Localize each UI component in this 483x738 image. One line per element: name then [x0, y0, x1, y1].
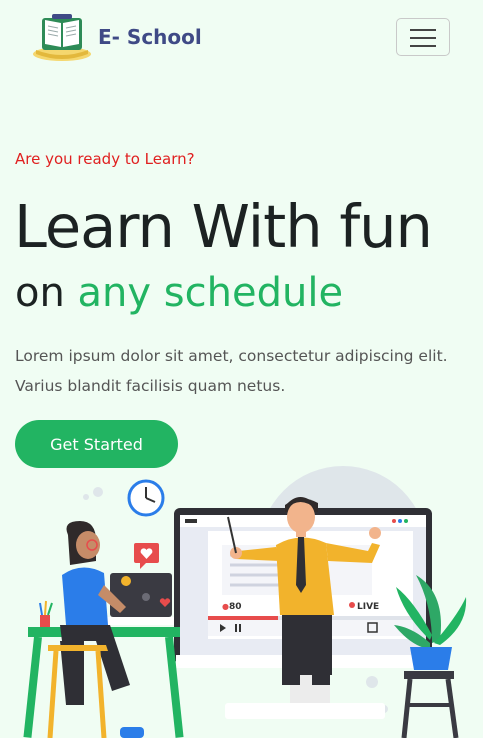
svg-text:●: ● [222, 602, 229, 611]
hero-illustration: ● 80 LIVE [23, 466, 467, 738]
hero-subtitle-prefix: on [15, 270, 65, 316]
get-started-button[interactable]: Get Started [15, 420, 178, 468]
heart-bubble-icon [134, 543, 159, 569]
viewer-count: 80 [229, 602, 242, 612]
clock-icon [127, 479, 165, 517]
hero-description: Lorem ipsum dolor sit amet, consectetur … [15, 347, 448, 395]
hero-subtitle-accent: any schedule [77, 270, 344, 316]
navbar-toggler-button[interactable] [396, 18, 450, 56]
brand-link[interactable]: E- School [30, 10, 202, 64]
hero-eyebrow: Are you ready to Learn? [15, 150, 195, 168]
brand-name: E- School [98, 25, 202, 49]
hamburger-menu-icon [410, 29, 436, 47]
hero-title: Learn With fun [14, 192, 433, 261]
live-badge: LIVE [357, 602, 379, 612]
book-logo-icon [33, 14, 91, 61]
hero-subtitle: on any schedule [15, 270, 343, 316]
navbar: E- School [0, 0, 483, 80]
pause-icon [235, 624, 237, 632]
